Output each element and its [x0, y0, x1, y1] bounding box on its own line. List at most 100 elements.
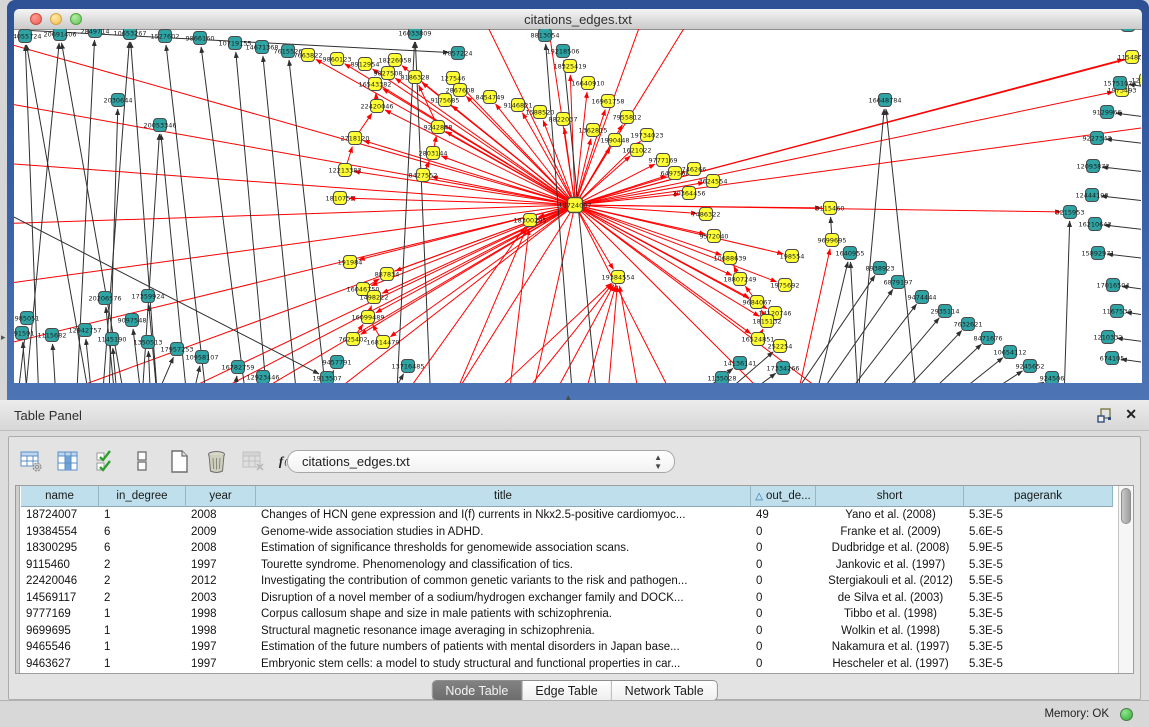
- tab-edge-table[interactable]: Edge Table: [521, 681, 610, 700]
- table-header-row: namein_degreeyeartitle△out_de...shortpag…: [21, 486, 1113, 507]
- cell-name: 22420046: [21, 573, 99, 590]
- cell-in-degree: 6: [99, 540, 186, 557]
- column-header-title[interactable]: title: [256, 486, 751, 507]
- new-table-button[interactable]: [167, 449, 191, 473]
- cell-short: Jankovic et al. (1997): [816, 557, 964, 574]
- cell-in-degree: 2: [99, 573, 186, 590]
- tab-network-table[interactable]: Network Table: [611, 681, 717, 700]
- clear-selection-button[interactable]: [130, 449, 154, 473]
- memory-indicator-icon[interactable]: [1120, 708, 1133, 721]
- cell-name: 9115460: [21, 557, 99, 574]
- table-toolbar: f (x): [19, 447, 302, 475]
- cell-short: Tibbo et al. (1998): [816, 606, 964, 623]
- cell-short: Stergiakouli et al. (2012): [816, 573, 964, 590]
- cell-name: 9777169: [21, 606, 99, 623]
- cell-in-degree: 1: [99, 623, 186, 640]
- table-row[interactable]: 1456911722003Disruption of a novel membe…: [21, 590, 1113, 607]
- cell-name: 9699695: [21, 623, 99, 640]
- table-panel-title: Table Panel: [14, 400, 82, 431]
- cell-name: 18300295: [21, 540, 99, 557]
- close-panel-icon[interactable]: ✕: [1125, 406, 1137, 423]
- window-title: citations_edges.txt: [14, 9, 1142, 30]
- table-row[interactable]: 977716911998Corpus callosum shape and si…: [21, 606, 1113, 623]
- delete-table-button[interactable]: [241, 449, 265, 473]
- cell-title: Tourette syndrome. Phenomenology and cla…: [256, 557, 751, 574]
- table-selector-value: citations_edges.txt: [302, 451, 410, 472]
- cell-short: Dudbridge et al. (2008): [816, 540, 964, 557]
- table-row[interactable]: 1938455462009Genome-wide association stu…: [21, 524, 1113, 541]
- cell-out-de-: 0: [751, 524, 816, 541]
- cell-year: 1997: [186, 656, 256, 673]
- select-rows-button[interactable]: [93, 449, 117, 473]
- table-row[interactable]: 911546021997Tourette syndrome. Phenomeno…: [21, 557, 1113, 574]
- cell-year: 2008: [186, 507, 256, 524]
- delete-rows-button[interactable]: [204, 449, 228, 473]
- cell-short: de Silva et al. (2003): [816, 590, 964, 607]
- table-panel-body: f (x) citations_edges.txt ▲▼ namein_degr…: [8, 436, 1141, 700]
- column-header-out-de-[interactable]: △out_de...: [751, 486, 816, 507]
- row-header-gutter: [16, 486, 20, 673]
- tab-node-table[interactable]: Node Table: [432, 681, 521, 700]
- cell-title: Changes of HCN gene expression and I(f) …: [256, 507, 751, 524]
- cell-pagerank: 5.3E-5: [964, 639, 1113, 656]
- cell-short: Yano et al. (2008): [816, 507, 964, 524]
- cell-year: 1997: [186, 557, 256, 574]
- table-settings-button[interactable]: [19, 449, 43, 473]
- cell-pagerank: 5.3E-5: [964, 507, 1113, 524]
- cell-pagerank: 5.9E-5: [964, 540, 1113, 557]
- memory-status-label: Memory: OK: [1044, 701, 1109, 727]
- cell-name: 19384554: [21, 524, 99, 541]
- cell-title: Disruption of a novel member of a sodium…: [256, 590, 751, 607]
- cell-title: Embryonic stem cells: a model to study s…: [256, 656, 751, 673]
- float-panel-icon[interactable]: [1097, 408, 1113, 423]
- cell-title: Estimation of the future numbers of pati…: [256, 639, 751, 656]
- cell-year: 1997: [186, 639, 256, 656]
- cell-title: Corpus callosum shape and size in male p…: [256, 606, 751, 623]
- table-row[interactable]: 1872400712008Changes of HCN gene express…: [21, 507, 1113, 524]
- cell-in-degree: 1: [99, 507, 186, 524]
- column-header-short[interactable]: short: [816, 486, 964, 507]
- cell-pagerank: 5.3E-5: [964, 590, 1113, 607]
- cell-pagerank: 5.3E-5: [964, 656, 1113, 673]
- cell-out-de-: 0: [751, 639, 816, 656]
- sort-ascending-icon: △: [755, 491, 763, 502]
- cell-title: Structural magnetic resonance image aver…: [256, 623, 751, 640]
- table-row[interactable]: 946554611997Estimation of the future num…: [21, 639, 1113, 656]
- cell-pagerank: 5.3E-5: [964, 606, 1113, 623]
- panel-collapse-arrow-icon[interactable]: ▸: [1, 332, 6, 343]
- cell-pagerank: 5.5E-5: [964, 573, 1113, 590]
- cell-short: Hescheler et al. (1997): [816, 656, 964, 673]
- table-panel: Table Panel ✕: [0, 400, 1149, 700]
- panel-divider-handle-icon[interactable]: ▴: [566, 392, 571, 403]
- cell-in-degree: 2: [99, 590, 186, 607]
- network-window-titlebar[interactable]: citations_edges.txt: [14, 9, 1142, 30]
- table-row[interactable]: 969969511998Structural magnetic resonanc…: [21, 623, 1113, 640]
- table-selector-dropdown[interactable]: citations_edges.txt ▲▼: [287, 450, 675, 473]
- cell-short: Nakamura et al. (1997): [816, 639, 964, 656]
- cell-in-degree: 1: [99, 656, 186, 673]
- cell-name: 9463627: [21, 656, 99, 673]
- column-header-in-degree[interactable]: in_degree: [99, 486, 186, 507]
- cell-title: Investigating the contribution of common…: [256, 573, 751, 590]
- status-bar: Memory: OK: [0, 700, 1149, 727]
- column-header-pagerank[interactable]: pagerank: [964, 486, 1113, 507]
- cell-in-degree: 1: [99, 639, 186, 656]
- cell-out-de-: 0: [751, 573, 816, 590]
- column-header-name[interactable]: name: [21, 486, 99, 507]
- table-type-tabs: Node TableEdge TableNetwork Table: [431, 680, 717, 701]
- cell-title: Estimation of significance thresholds fo…: [256, 540, 751, 557]
- cell-pagerank: 5.6E-5: [964, 524, 1113, 541]
- cell-year: 2003: [186, 590, 256, 607]
- cell-in-degree: 2: [99, 557, 186, 574]
- vertical-scrollbar[interactable]: [1118, 486, 1133, 673]
- cell-in-degree: 1: [99, 606, 186, 623]
- cell-name: 9465546: [21, 639, 99, 656]
- show-columns-button[interactable]: [56, 449, 80, 473]
- network-window: citations_edges.txt: [7, 0, 1149, 400]
- network-canvas[interactable]: [14, 30, 1142, 383]
- column-header-year[interactable]: year: [186, 486, 256, 507]
- table-row[interactable]: 2242004622012Investigating the contribut…: [21, 573, 1113, 590]
- table-row[interactable]: 946362711997Embryonic stem cells: a mode…: [21, 656, 1113, 673]
- scrollbar-thumb[interactable]: [1121, 488, 1131, 524]
- table-row[interactable]: 1830029562008Estimation of significance …: [21, 540, 1113, 557]
